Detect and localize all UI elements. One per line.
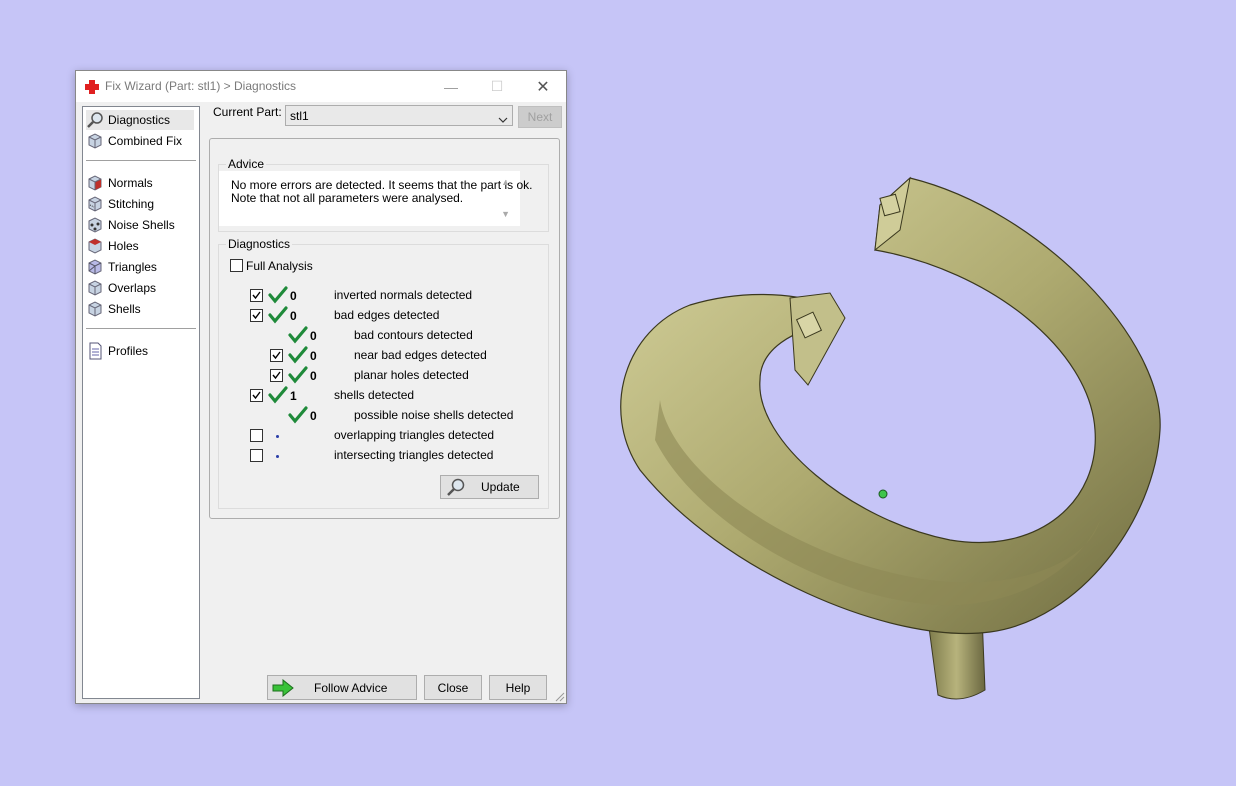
sidebar-item-combined-fix[interactable]: Combined Fix [86,131,182,151]
diagnostics-title: Diagnostics [226,237,293,251]
arrow-right-icon [272,678,294,697]
diagnostic-row-label: overlapping triangles detected [334,428,495,442]
window-title: Fix Wizard (Part: stl1) > Diagnostics [105,79,297,93]
bad-edges-checkbox[interactable] [250,309,263,322]
checkmark-icon [288,326,308,344]
sidebar-item-label: Combined Fix [108,134,183,148]
diagnostic-count: 0 [310,369,317,383]
checkmark-icon [268,306,288,324]
advice-line-2: Note that not all parameters were analys… [231,191,464,205]
current-part-select[interactable]: stl1 [285,105,513,126]
follow-advice-button[interactable]: Follow Advice [267,675,417,700]
diagnostic-row-label: bad contours detected [354,328,473,342]
sidebar-item-label: Holes [108,239,139,253]
sidebar-item-noise-shells[interactable]: Noise Shells [86,215,175,235]
sidebar-item-label: Stitching [108,197,155,211]
pivot-point [878,489,888,499]
magnifier-icon [446,477,466,497]
normals-cube-icon [86,174,104,192]
sidebar-divider [86,328,196,329]
close-button[interactable]: Close [424,675,482,700]
wizard-sidebar: Diagnostics Combined Fix Normals Stitchi… [82,106,200,699]
diagnostic-row-label: near bad edges detected [354,348,487,362]
maximize-button[interactable]: ☐ [474,71,520,102]
sidebar-item-profiles[interactable]: Profiles [86,341,148,361]
noise-shells-icon [86,216,104,234]
close-window-button[interactable]: ✕ [520,71,566,102]
sidebar-item-shells[interactable]: Shells [86,299,141,319]
diagnostic-count: 0 [290,309,297,323]
checkmark-icon [268,286,288,304]
near-bad-edges-checkbox[interactable] [270,349,283,362]
checkmark-icon [268,386,288,404]
advice-title: Advice [226,157,267,171]
overlaps-cube-icon [86,279,104,297]
update-label: Update [481,480,520,494]
diagnostic-count: 0 [290,289,297,303]
cube-icon [86,132,104,150]
sidebar-item-overlaps[interactable]: Overlaps [86,278,156,298]
sidebar-item-label: Noise Shells [108,218,175,232]
diagnostic-row-label: planar holes detected [354,368,469,382]
sidebar-item-normals[interactable]: Normals [86,173,153,193]
chevron-down-icon [498,112,508,126]
sidebar-item-stitching[interactable]: Stitching [86,194,154,214]
sidebar-item-diagnostics[interactable]: Diagnostics [86,110,194,130]
update-button[interactable]: Update [440,475,539,499]
sidebar-item-label: Normals [108,176,153,190]
checkmark-icon [288,366,308,384]
sidebar-item-label: Overlaps [108,281,157,295]
sidebar-item-label: Shells [108,302,141,316]
diagnostic-row-label: inverted normals detected [334,288,473,302]
title-bar[interactable]: Fix Wizard (Part: stl1) > Diagnostics — … [76,71,566,102]
triangles-cube-icon [86,258,104,276]
magnifier-icon [86,111,104,129]
sidebar-divider [86,160,196,161]
sidebar-item-label: Triangles [108,260,157,274]
diagnostic-count: 1 [290,389,297,403]
intersecting-triangles-checkbox[interactable] [250,449,263,462]
scroll-down-icon[interactable]: ▼ [501,209,510,219]
sidebar-item-label: Profiles [108,344,149,358]
diagnostic-row-label: bad edges detected [334,308,440,322]
checkmark-icon [288,346,308,364]
next-button[interactable]: Next [518,106,562,128]
document-icon [86,342,104,360]
not-analysed-dot [276,435,279,438]
resize-grip-icon[interactable] [553,690,565,702]
diagnostic-count: 0 [310,329,317,343]
holes-cube-icon [86,237,104,255]
inverted-normals-checkbox[interactable] [250,289,263,302]
full-analysis-checkbox[interactable] [230,259,243,272]
sidebar-item-label: Diagnostics [108,113,171,127]
scroll-up-icon[interactable]: ▲ [501,177,510,187]
not-analysed-dot [276,455,279,458]
current-part-value: stl1 [290,109,309,123]
minimize-button[interactable]: — [428,71,474,102]
shells-cube-icon [86,300,104,318]
full-analysis-label: Full Analysis [246,259,313,273]
current-part-label: Current Part: [213,105,282,119]
stitching-cube-icon [86,195,104,213]
app-cross-icon [84,79,100,95]
diagnostic-row-label: shells detected [334,388,415,402]
checkmark-icon [288,406,308,424]
diagnostic-row-label: intersecting triangles detected [334,448,494,462]
follow-advice-label: Follow Advice [314,680,388,695]
sidebar-item-triangles[interactable]: Triangles [86,257,157,277]
advice-text: No more errors are detected. It seems th… [231,179,532,205]
overlapping-triangles-checkbox[interactable] [250,429,263,442]
help-button[interactable]: Help [489,675,547,700]
advice-box: No more errors are detected. It seems th… [219,171,532,226]
diagnostic-count: 0 [310,409,317,423]
diagnostic-row-label: possible noise shells detected [354,408,514,422]
planar-holes-checkbox[interactable] [270,369,283,382]
sidebar-item-holes[interactable]: Holes [86,236,139,256]
fix-wizard-dialog: Fix Wizard (Part: stl1) > Diagnostics — … [75,70,567,704]
diagnostic-count: 0 [310,349,317,363]
shells-checkbox[interactable] [250,389,263,402]
